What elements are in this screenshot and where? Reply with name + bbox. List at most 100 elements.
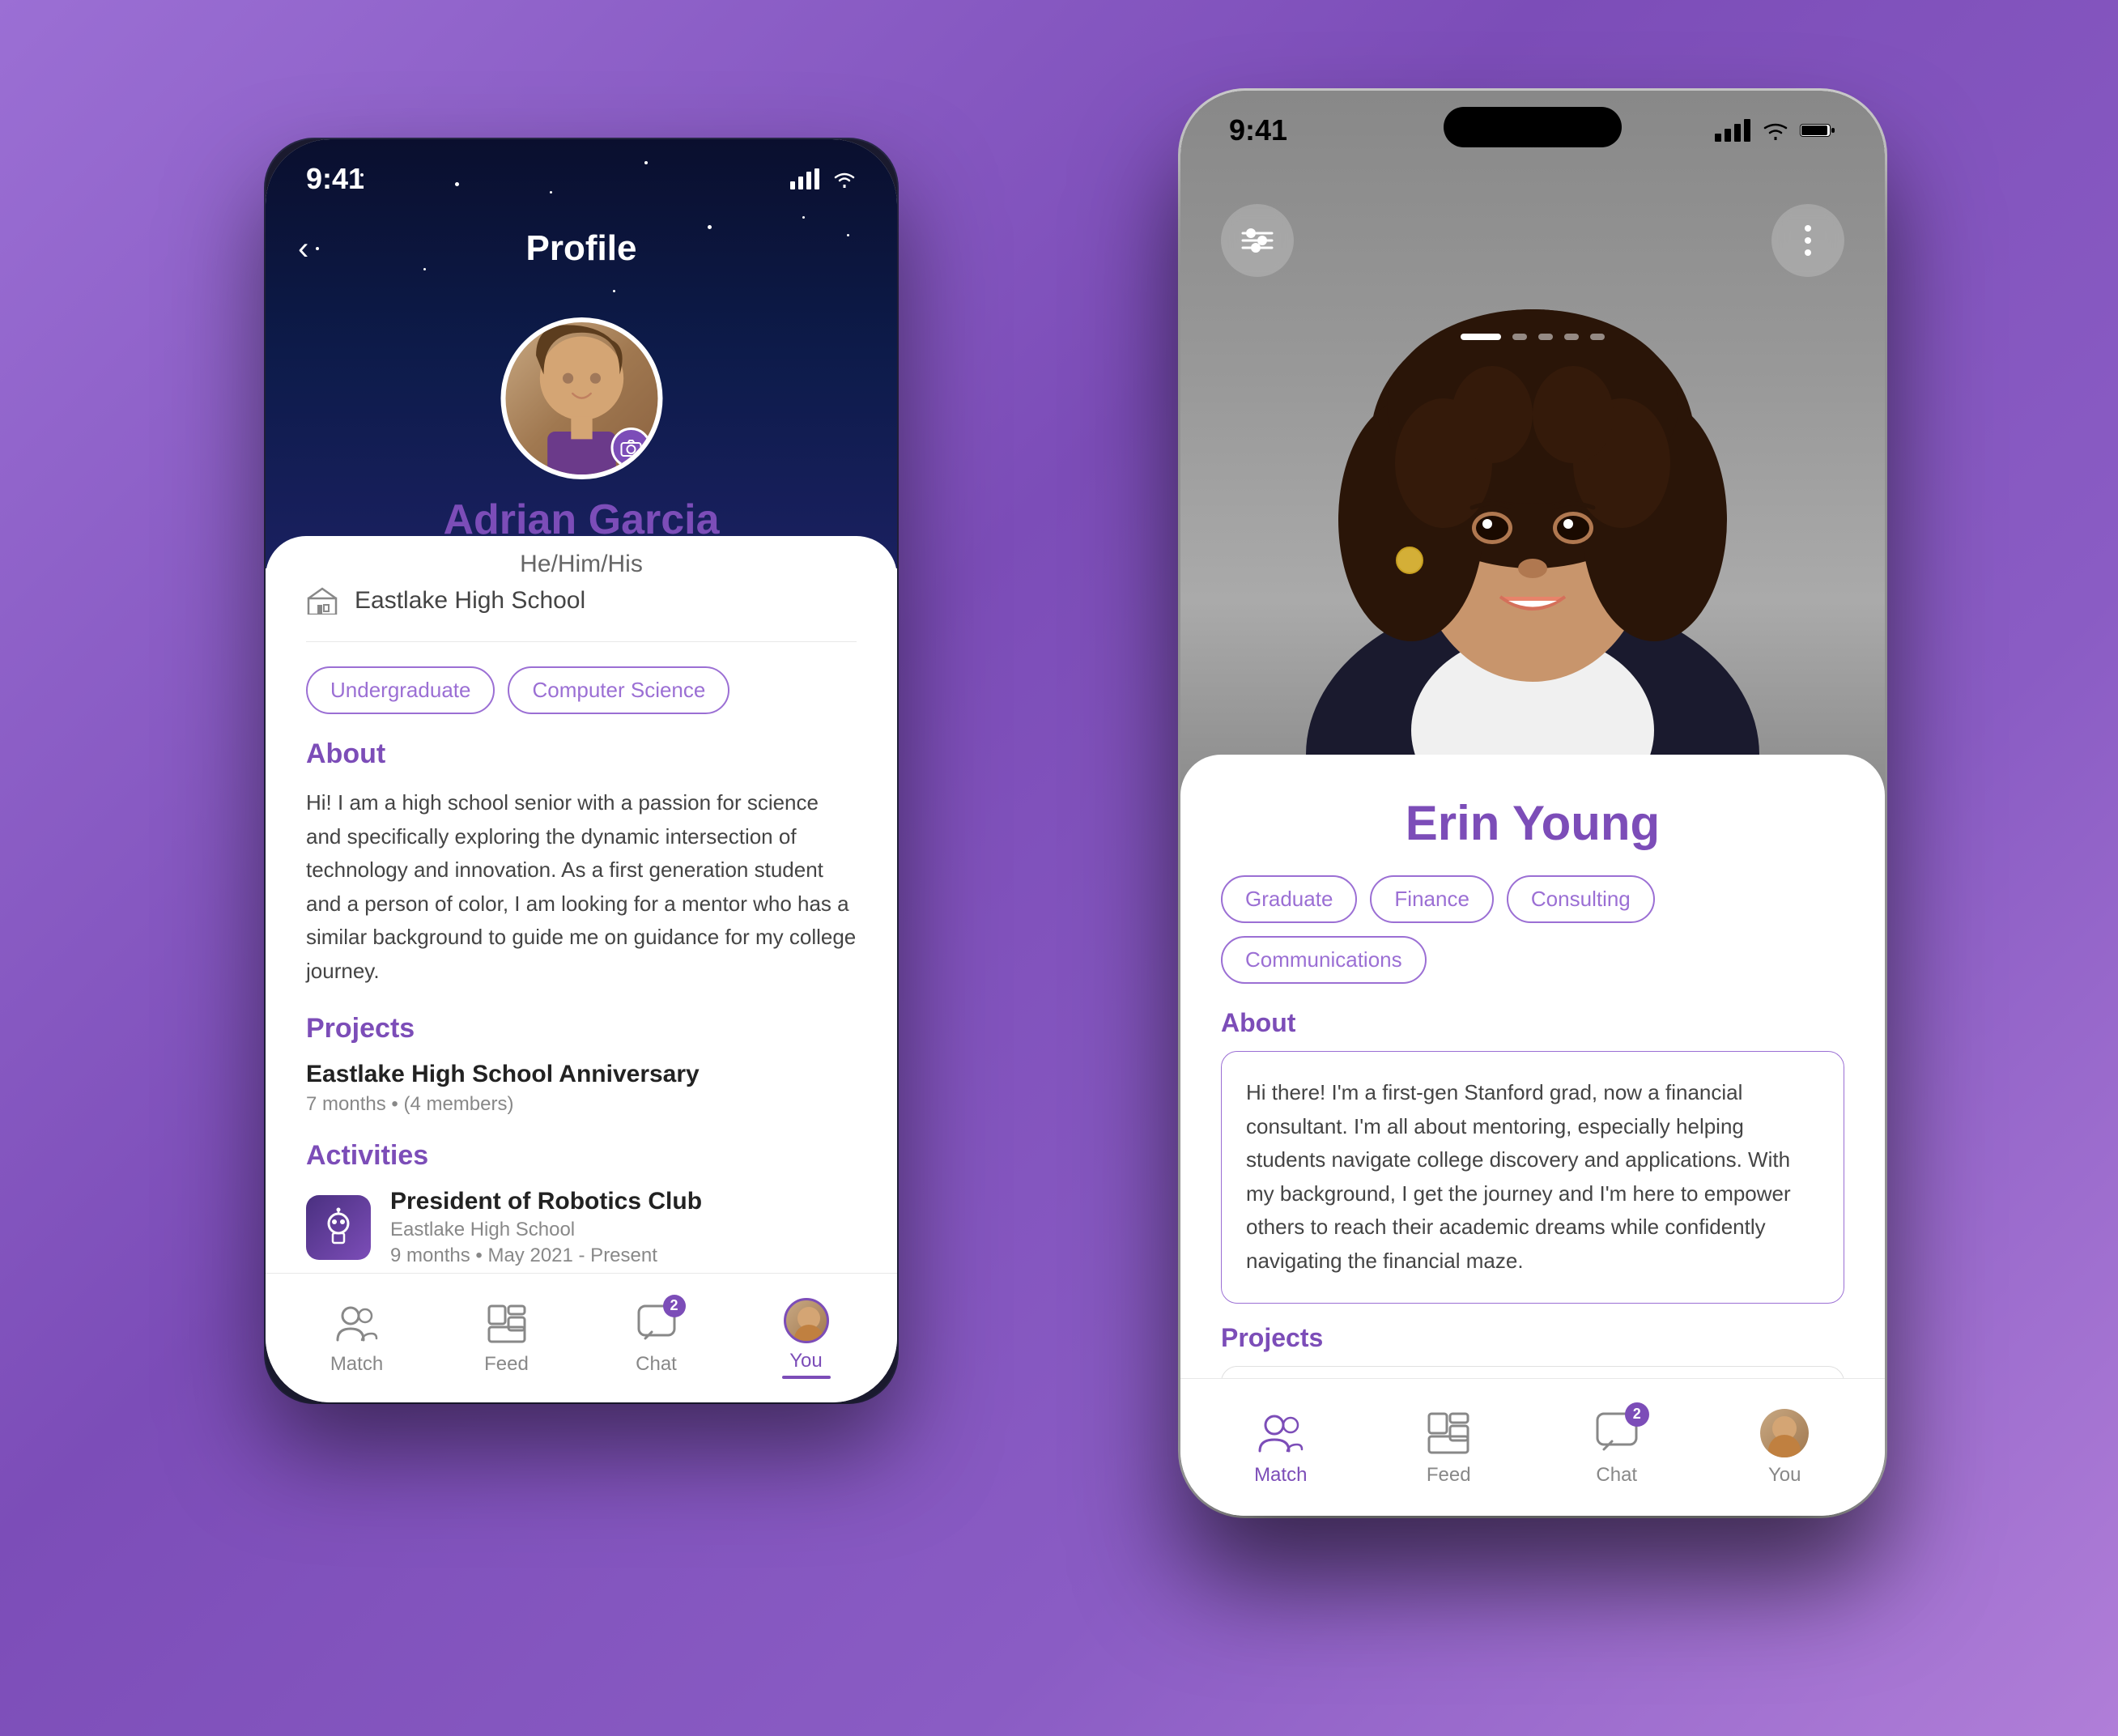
feed-nav-icon xyxy=(484,1301,530,1347)
front-time: 9:41 xyxy=(1229,113,1287,147)
front-you-icon xyxy=(1760,1409,1809,1457)
star xyxy=(802,216,805,219)
front-about-title: About xyxy=(1221,1008,1844,1038)
you-avatar-illustration xyxy=(786,1300,829,1343)
back-status-bar: 9:41 xyxy=(266,162,897,196)
chat-nav-icon: 2 xyxy=(634,1301,679,1347)
tag-undergraduate: Undergraduate xyxy=(306,666,495,714)
more-options-button[interactable] xyxy=(1771,204,1844,277)
front-chat-badge: 2 xyxy=(1625,1402,1649,1427)
profile-photo xyxy=(1180,91,1885,819)
you-nav-icon xyxy=(784,1298,829,1343)
back-time: 9:41 xyxy=(306,162,364,196)
front-status-icons xyxy=(1715,119,1836,142)
camera-badge[interactable] xyxy=(610,428,651,468)
user-avatar[interactable] xyxy=(500,317,662,479)
dot-5 xyxy=(1590,334,1605,340)
front-you-avatar xyxy=(1760,1409,1809,1457)
front-people-icon xyxy=(1258,1410,1304,1456)
nav-match[interactable]: Match xyxy=(282,1301,432,1376)
match-nav-icon xyxy=(334,1301,380,1347)
you-nav-underline xyxy=(782,1376,831,1379)
camera-icon xyxy=(619,439,642,457)
wifi-icon-front xyxy=(1762,121,1789,140)
tag-communications: Communications xyxy=(1221,936,1427,984)
front-nav-match[interactable]: Match xyxy=(1197,1409,1365,1487)
school-row: Eastlake High School xyxy=(306,585,857,642)
about-text: Hi! I am a high school senior with a pas… xyxy=(306,786,857,989)
activity-icon-1 xyxy=(306,1195,371,1260)
nav-chat[interactable]: 2 Chat xyxy=(581,1301,731,1376)
people-icon xyxy=(336,1303,378,1345)
back-button[interactable]: ‹ xyxy=(298,231,308,267)
sliders-icon xyxy=(1240,227,1275,254)
front-projects-title: Projects xyxy=(1221,1323,1844,1353)
chat-badge: 2 xyxy=(663,1295,686,1317)
front-match-label: Match xyxy=(1254,1464,1307,1487)
front-nav-feed[interactable]: Feed xyxy=(1365,1409,1533,1487)
activity-item-1: President of Robotics Club Eastlake High… xyxy=(306,1188,857,1267)
front-nav-you[interactable]: You xyxy=(1701,1409,1869,1487)
front-feed-icon xyxy=(1424,1409,1473,1457)
activity-meta-1: 9 months • May 2021 - Present xyxy=(390,1245,702,1267)
dot-3 xyxy=(1538,334,1553,340)
about-section-title: About xyxy=(306,738,857,770)
erin-name: Erin Young xyxy=(1221,795,1844,851)
robotics-icon xyxy=(318,1207,359,1248)
star xyxy=(613,290,615,292)
match-nav-label: Match xyxy=(330,1353,383,1376)
front-feed-icon-svg xyxy=(1426,1410,1471,1456)
tags-row: Undergraduate Computer Science xyxy=(306,666,857,714)
activity-title-1: President of Robotics Club xyxy=(390,1188,702,1215)
back-content: Eastlake High School Undergraduate Compu… xyxy=(266,536,897,1273)
front-chat-label: Chat xyxy=(1596,1464,1637,1487)
signal-icon xyxy=(790,168,819,189)
activity-org-1: Eastlake High School xyxy=(390,1219,702,1241)
front-bottom-nav: Match Feed xyxy=(1180,1378,1885,1516)
filter-button[interactable] xyxy=(1221,204,1294,277)
front-phone: 9:41 xyxy=(1180,91,1885,1516)
you-avatar xyxy=(784,1298,829,1343)
front-chat-icon: 2 xyxy=(1593,1409,1641,1457)
you-nav-label: You xyxy=(789,1350,823,1372)
tag-finance: Finance xyxy=(1370,875,1494,923)
back-header: ‹ Profile xyxy=(266,228,897,269)
activity-info-1: President of Robotics Club Eastlake High… xyxy=(390,1188,702,1267)
dot-1 xyxy=(1461,334,1501,340)
phones-container: 9:41 ‹ Pr xyxy=(168,58,1950,1678)
user-pronouns: He/Him/His xyxy=(520,551,643,578)
building-icon xyxy=(307,587,338,615)
back-phone-screen: 9:41 ‹ Pr xyxy=(266,139,897,1402)
wifi-icon xyxy=(832,170,857,188)
dot-2 xyxy=(1512,334,1527,340)
tag-consulting: Consulting xyxy=(1507,875,1655,923)
feed-nav-label: Feed xyxy=(484,1353,529,1376)
woman-figure-svg xyxy=(1249,91,1816,819)
front-nav-chat[interactable]: 2 Chat xyxy=(1533,1409,1701,1487)
nav-you[interactable]: You xyxy=(731,1298,881,1379)
front-match-icon xyxy=(1257,1409,1305,1457)
front-content: Erin Young Graduate Finance Consulting C… xyxy=(1180,755,1885,1378)
user-name: Adrian Garcia xyxy=(443,496,719,544)
feed-icon xyxy=(486,1303,528,1345)
photo-controls xyxy=(1180,204,1885,277)
progress-dots xyxy=(1461,334,1605,340)
activities-section-title: Activities xyxy=(306,1140,857,1172)
tag-computer-science: Computer Science xyxy=(508,666,729,714)
chat-nav-label: Chat xyxy=(636,1353,677,1376)
school-name: Eastlake High School xyxy=(355,587,585,615)
front-phone-screen: 9:41 xyxy=(1180,91,1885,1516)
back-phone: 9:41 ‹ Pr xyxy=(266,139,897,1402)
front-project-box: Portfolio Management Simulation 4 months… xyxy=(1221,1366,1844,1378)
ellipsis-vertical-icon xyxy=(1804,224,1812,257)
front-feed-label: Feed xyxy=(1427,1464,1471,1487)
nav-feed[interactable]: Feed xyxy=(432,1301,581,1376)
front-about-box: Hi there! I'm a first-gen Stanford grad,… xyxy=(1221,1051,1844,1304)
projects-section-title: Projects xyxy=(306,1013,857,1045)
battery-icon xyxy=(1799,121,1836,140)
project-meta: 7 months • (4 members) xyxy=(306,1093,857,1116)
front-you-label: You xyxy=(1768,1464,1801,1487)
dynamic-island xyxy=(1444,107,1622,147)
dot-4 xyxy=(1564,334,1579,340)
front-about-text: Hi there! I'm a first-gen Stanford grad,… xyxy=(1246,1076,1819,1279)
